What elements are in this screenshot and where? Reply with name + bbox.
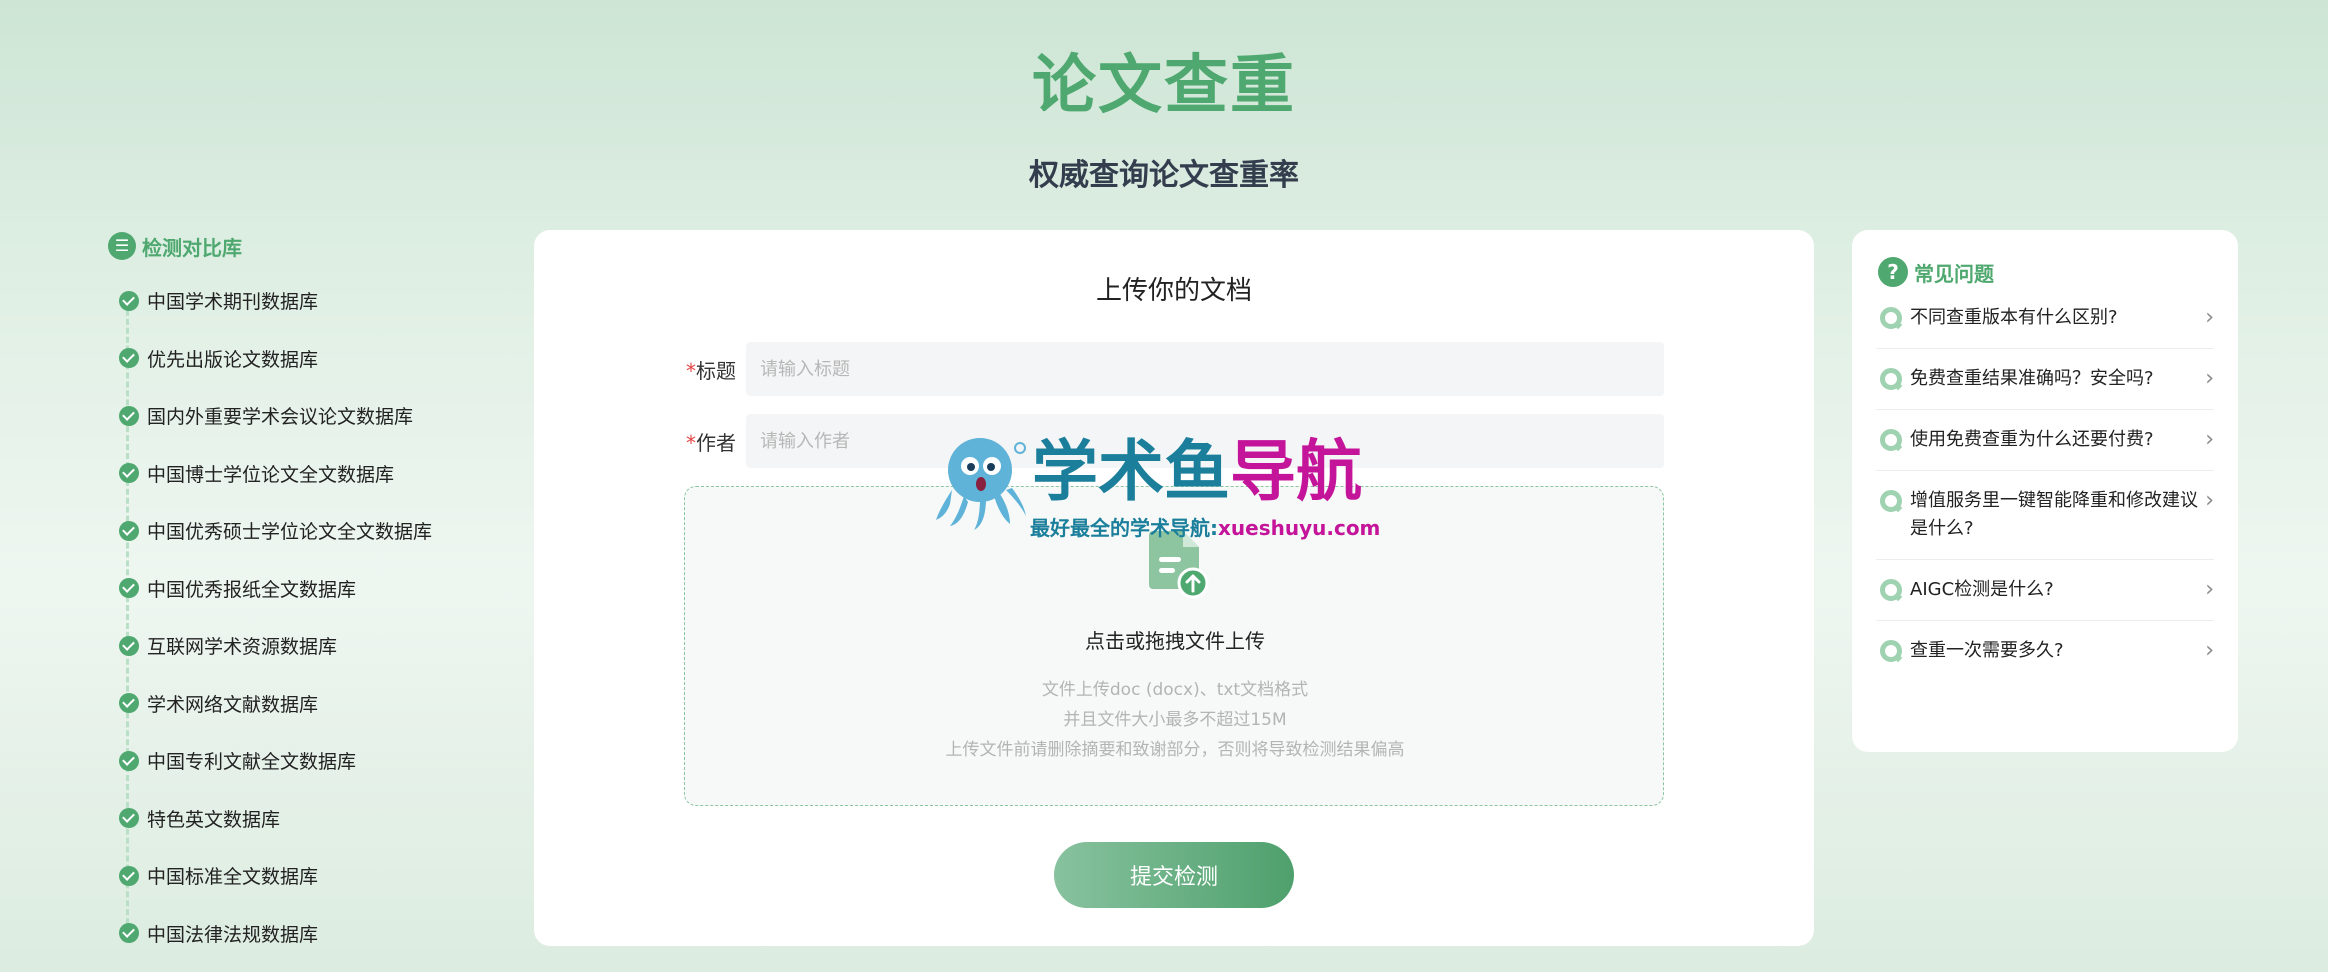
title-label-text: 标题 [696, 358, 736, 383]
chevron-right-icon: › [2205, 488, 2214, 513]
chevron-right-icon: › [2205, 366, 2214, 391]
database-item-label: 中国标准全文数据库 [147, 866, 319, 889]
search-bullet-icon [1880, 368, 1902, 390]
watermark-tagline-text: 最好最全的学术导航: [1030, 516, 1218, 540]
database-item: 学术网络文献数据库 [108, 675, 488, 733]
drop-instruction: 点击或拖拽文件上传 [1085, 629, 1265, 653]
check-icon [119, 578, 139, 599]
faq-card: ? 常见问题 不同查重版本有什么区别? › 免费查重结果准确吗？安全吗? › 使用免… [1852, 230, 2238, 752]
faq-item[interactable]: 免费查重结果准确吗？安全吗? › [1876, 349, 2214, 410]
faq-item[interactable]: 增值服务里一键智能降重和修改建议是什么? › [1876, 471, 2214, 560]
faq-question: 不同查重版本有什么区别? [1910, 307, 2118, 328]
check-icon [119, 348, 139, 369]
database-icon: ☰ [108, 232, 136, 260]
database-item: 中国学术期刊数据库 [108, 272, 488, 330]
page-subtitle: 权威查询论文查重率 [1029, 158, 1299, 193]
search-bullet-icon [1880, 579, 1902, 601]
check-icon [119, 808, 139, 829]
database-item: 优先出版论文数据库 [108, 330, 488, 388]
page-title: 论文查重 [1032, 49, 1296, 123]
database-item: 中国优秀报纸全文数据库 [108, 560, 488, 618]
database-item: 中国博士学位论文全文数据库 [108, 445, 488, 503]
database-item: 中国优秀硕士学位论文全文数据库 [108, 502, 488, 560]
faq-question: 使用免费查重为什么还要付费? [1910, 429, 2154, 450]
faq-title: 常见问题 [1914, 261, 1994, 286]
title-input[interactable] [746, 342, 1664, 396]
search-bullet-icon [1880, 490, 1902, 512]
watermark-url: xueshuyu.com [1218, 516, 1381, 540]
faq-question: 查重一次需要多久? [1910, 640, 2064, 661]
watermark-brand: 学术鱼导航 [1032, 432, 1362, 512]
database-item-label: 优先出版论文数据库 [147, 348, 319, 371]
chevron-right-icon: › [2205, 305, 2214, 330]
drop-hint-format: 文件上传doc (docx)、txt文档格式 [1041, 680, 1309, 700]
faq-question: AIGC检测是什么? [1910, 579, 2054, 600]
database-item-label: 学术网络文献数据库 [147, 693, 319, 716]
database-item-label: 特色英文数据库 [147, 808, 281, 831]
database-panel: ☰ 检测对比库 中国学术期刊数据库 优先出版论文数据库 国内外重要学术会议论文数… [108, 228, 488, 962]
database-item-label: 中国法律法规数据库 [147, 923, 319, 946]
database-item-label: 中国优秀硕士学位论文全文数据库 [147, 521, 433, 544]
database-item-label: 中国优秀报纸全文数据库 [147, 578, 357, 601]
database-item: 特色英文数据库 [108, 790, 488, 848]
database-item: 中国专利文献全文数据库 [108, 732, 488, 790]
check-icon [119, 693, 139, 714]
drop-hint-notice: 上传文件前请删除摘要和致谢部分，否则将导致检测结果偏高 [945, 740, 1405, 760]
database-title: 检测对比库 [142, 235, 242, 260]
watermark-tagline: 最好最全的学术导航:xueshuyu.com [1030, 512, 1380, 541]
watermark-brand-a: 学术鱼 [1032, 433, 1230, 510]
upload-card: 上传你的文档 *标题 *作者 点击或拖拽文件上传 文件上传doc (docx)、… [534, 230, 1814, 946]
drop-hint-size: 并且文件大小最多不超过15M [1063, 710, 1287, 730]
check-icon [119, 923, 139, 944]
database-list: 中国学术期刊数据库 优先出版论文数据库 国内外重要学术会议论文数据库 中国博士学… [108, 272, 488, 962]
author-label-text: 作者 [696, 430, 736, 455]
faq-item[interactable]: 不同查重版本有什么区别? › [1876, 288, 2214, 349]
database-item: 国内外重要学术会议论文数据库 [108, 387, 488, 445]
database-item: 互联网学术资源数据库 [108, 617, 488, 675]
watermark-brand-b: 导航 [1230, 433, 1362, 510]
check-icon [119, 290, 139, 311]
author-label: *作者 [684, 427, 746, 456]
upload-title: 上传你的文档 [1095, 276, 1252, 306]
check-icon [119, 750, 139, 771]
question-icon: ? [1878, 257, 1908, 287]
database-item-label: 互联网学术资源数据库 [147, 636, 338, 659]
octopus-logo-icon [936, 438, 1026, 530]
database-item-label: 国内外重要学术会议论文数据库 [147, 406, 414, 429]
check-icon [119, 463, 139, 484]
chevron-right-icon: › [2205, 577, 2214, 602]
faq-item[interactable]: 查重一次需要多久? › [1876, 621, 2214, 681]
faq-header: ? 常见问题 [1878, 256, 2214, 288]
database-header: ☰ 检测对比库 [108, 228, 488, 264]
chevron-right-icon: › [2205, 427, 2214, 452]
submit-button[interactable]: 提交检测 [1054, 842, 1294, 908]
faq-question: 增值服务里一键智能降重和修改建议是什么? [1910, 490, 2198, 539]
required-mark: * [686, 358, 696, 383]
search-bullet-icon [1880, 640, 1902, 662]
watermark: 学术鱼导航 最好最全的学术导航:xueshuyu.com [930, 432, 1400, 542]
required-mark: * [686, 430, 696, 455]
title-field-row: *标题 [684, 342, 1664, 396]
chevron-right-icon: › [2205, 638, 2214, 663]
faq-item[interactable]: 使用免费查重为什么还要付费? › [1876, 410, 2214, 471]
check-icon [119, 635, 139, 656]
check-icon [119, 405, 139, 426]
database-item-label: 中国学术期刊数据库 [147, 291, 319, 314]
database-item: 中国标准全文数据库 [108, 847, 488, 905]
check-icon [119, 865, 139, 886]
database-item-label: 中国专利文献全文数据库 [147, 751, 357, 774]
search-bullet-icon [1880, 307, 1902, 329]
database-item: 中国法律法规数据库 [108, 905, 488, 963]
faq-item[interactable]: AIGC检测是什么? › [1876, 560, 2214, 621]
check-icon [119, 520, 139, 541]
title-label: *标题 [684, 355, 746, 384]
database-item-label: 中国博士学位论文全文数据库 [147, 463, 395, 486]
faq-question: 免费查重结果准确吗？安全吗? [1910, 368, 2154, 389]
search-bullet-icon [1880, 429, 1902, 451]
